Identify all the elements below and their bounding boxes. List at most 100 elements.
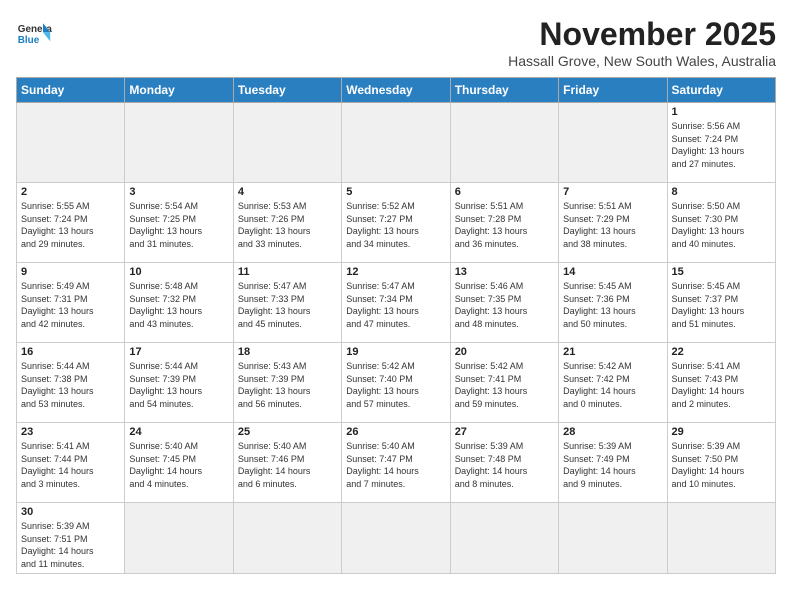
calendar-cell: 8 Sunrise: 5:50 AMSunset: 7:30 PMDaylight… <box>667 183 775 263</box>
calendar-week-row: 9 Sunrise: 5:49 AMSunset: 7:31 PMDaylight… <box>17 263 776 343</box>
day-info: Sunrise: 5:44 AMSunset: 7:38 PMDaylight:… <box>21 360 120 410</box>
calendar-cell: 21 Sunrise: 5:42 AMSunset: 7:42 PMDayligh… <box>559 343 667 423</box>
day-number: 16 <box>21 346 120 358</box>
calendar-cell: 24 Sunrise: 5:40 AMSunset: 7:45 PMDayligh… <box>125 423 233 503</box>
day-info: Sunrise: 5:40 AMSunset: 7:47 PMDaylight:… <box>346 440 445 490</box>
day-number: 20 <box>455 346 554 358</box>
calendar-week-row: 2 Sunrise: 5:55 AMSunset: 7:24 PMDaylight… <box>17 183 776 263</box>
column-header-tuesday: Tuesday <box>233 78 341 103</box>
day-info: Sunrise: 5:42 AMSunset: 7:42 PMDaylight:… <box>563 360 662 410</box>
page-header: General Blue November 2025 Hassall Grove… <box>16 16 776 69</box>
day-info: Sunrise: 5:49 AMSunset: 7:31 PMDaylight:… <box>21 280 120 330</box>
calendar-week-row: 16 Sunrise: 5:44 AMSunset: 7:38 PMDayligh… <box>17 343 776 423</box>
day-info: Sunrise: 5:44 AMSunset: 7:39 PMDaylight:… <box>129 360 228 410</box>
calendar-cell <box>559 503 667 574</box>
calendar-cell: 25Sunrise: 5:40 AMSunset: 7:46 PMDayligh… <box>233 423 341 503</box>
calendar-cell: 28 Sunrise: 5:39 AMSunset: 7:49 PMDayligh… <box>559 423 667 503</box>
day-info: Sunrise: 5:45 AMSunset: 7:36 PMDaylight:… <box>563 280 662 330</box>
day-number: 11 <box>238 266 337 278</box>
calendar-cell: 18 Sunrise: 5:43 AMSunset: 7:39 PMDayligh… <box>233 343 341 423</box>
calendar-cell <box>450 503 558 574</box>
calendar-cell: 5Sunrise: 5:52 AMSunset: 7:27 PMDaylight… <box>342 183 450 263</box>
day-number: 1 <box>672 106 771 118</box>
day-number: 27 <box>455 426 554 438</box>
day-info: Sunrise: 5:39 AMSunset: 7:48 PMDaylight:… <box>455 440 554 490</box>
day-number: 8 <box>672 186 771 198</box>
calendar-cell <box>17 103 125 183</box>
calendar-cell <box>233 103 341 183</box>
day-number: 9 <box>21 266 120 278</box>
day-info: Sunrise: 5:50 AMSunset: 7:30 PMDaylight:… <box>672 200 771 250</box>
day-info: Sunrise: 5:51 AMSunset: 7:28 PMDaylight:… <box>455 200 554 250</box>
day-info: Sunrise: 5:54 AMSunset: 7:25 PMDaylight:… <box>129 200 228 250</box>
location-title: Hassall Grove, New South Wales, Australi… <box>508 53 776 69</box>
calendar-cell <box>667 503 775 574</box>
day-info: Sunrise: 5:48 AMSunset: 7:32 PMDaylight:… <box>129 280 228 330</box>
calendar-week-row: 1 Sunrise: 5:56 AMSunset: 7:24 PMDaylight… <box>17 103 776 183</box>
calendar-cell: 14 Sunrise: 5:45 AMSunset: 7:36 PMDayligh… <box>559 263 667 343</box>
day-number: 19 <box>346 346 445 358</box>
calendar-cell: 26 Sunrise: 5:40 AMSunset: 7:47 PMDayligh… <box>342 423 450 503</box>
calendar-cell: 3 Sunrise: 5:54 AMSunset: 7:25 PMDaylight… <box>125 183 233 263</box>
calendar-cell: 4Sunrise: 5:53 AMSunset: 7:26 PMDaylight… <box>233 183 341 263</box>
calendar-cell: 9 Sunrise: 5:49 AMSunset: 7:31 PMDaylight… <box>17 263 125 343</box>
calendar-cell <box>342 503 450 574</box>
day-info: Sunrise: 5:56 AMSunset: 7:24 PMDaylight:… <box>672 120 771 170</box>
day-info: Sunrise: 5:55 AMSunset: 7:24 PMDaylight:… <box>21 200 120 250</box>
calendar-cell: 6Sunrise: 5:51 AMSunset: 7:28 PMDaylight… <box>450 183 558 263</box>
day-number: 5 <box>346 186 445 198</box>
day-number: 18 <box>238 346 337 358</box>
day-number: 30 <box>21 506 120 518</box>
day-info: Sunrise: 5:39 AMSunset: 7:51 PMDaylight:… <box>21 520 120 570</box>
calendar-table: SundayMondayTuesdayWednesdayThursdayFrid… <box>16 77 776 574</box>
day-info: Sunrise: 5:42 AMSunset: 7:41 PMDaylight:… <box>455 360 554 410</box>
day-info: Sunrise: 5:40 AMSunset: 7:45 PMDaylight:… <box>129 440 228 490</box>
day-number: 29 <box>672 426 771 438</box>
logo: General Blue <box>16 16 52 52</box>
day-info: Sunrise: 5:41 AMSunset: 7:44 PMDaylight:… <box>21 440 120 490</box>
day-number: 25 <box>238 426 337 438</box>
day-number: 10 <box>129 266 228 278</box>
title-area: November 2025 Hassall Grove, New South W… <box>508 16 776 69</box>
calendar-cell: 7Sunrise: 5:51 AMSunset: 7:29 PMDaylight… <box>559 183 667 263</box>
calendar-week-row: 23Sunrise: 5:41 AMSunset: 7:44 PMDayligh… <box>17 423 776 503</box>
day-info: Sunrise: 5:39 AMSunset: 7:50 PMDaylight:… <box>672 440 771 490</box>
day-number: 26 <box>346 426 445 438</box>
day-info: Sunrise: 5:51 AMSunset: 7:29 PMDaylight:… <box>563 200 662 250</box>
day-number: 2 <box>21 186 120 198</box>
day-number: 28 <box>563 426 662 438</box>
column-header-saturday: Saturday <box>667 78 775 103</box>
column-header-friday: Friday <box>559 78 667 103</box>
calendar-cell: 1 Sunrise: 5:56 AMSunset: 7:24 PMDaylight… <box>667 103 775 183</box>
day-info: Sunrise: 5:42 AMSunset: 7:40 PMDaylight:… <box>346 360 445 410</box>
calendar-header-row: SundayMondayTuesdayWednesdayThursdayFrid… <box>17 78 776 103</box>
column-header-monday: Monday <box>125 78 233 103</box>
calendar-cell <box>450 103 558 183</box>
day-info: Sunrise: 5:47 AMSunset: 7:34 PMDaylight:… <box>346 280 445 330</box>
column-header-thursday: Thursday <box>450 78 558 103</box>
calendar-cell: 12Sunrise: 5:47 AMSunset: 7:34 PMDayligh… <box>342 263 450 343</box>
day-number: 21 <box>563 346 662 358</box>
day-number: 13 <box>455 266 554 278</box>
calendar-cell: 16 Sunrise: 5:44 AMSunset: 7:38 PMDayligh… <box>17 343 125 423</box>
calendar-cell: 20 Sunrise: 5:42 AMSunset: 7:41 PMDayligh… <box>450 343 558 423</box>
calendar-cell: 10 Sunrise: 5:48 AMSunset: 7:32 PMDayligh… <box>125 263 233 343</box>
day-info: Sunrise: 5:43 AMSunset: 7:39 PMDaylight:… <box>238 360 337 410</box>
day-number: 4 <box>238 186 337 198</box>
day-number: 24 <box>129 426 228 438</box>
day-info: Sunrise: 5:39 AMSunset: 7:49 PMDaylight:… <box>563 440 662 490</box>
svg-text:Blue: Blue <box>18 35 40 46</box>
calendar-cell: 22Sunrise: 5:41 AMSunset: 7:43 PMDayligh… <box>667 343 775 423</box>
column-header-sunday: Sunday <box>17 78 125 103</box>
calendar-cell: 30 Sunrise: 5:39 AMSunset: 7:51 PMDayligh… <box>17 503 125 574</box>
day-number: 14 <box>563 266 662 278</box>
day-number: 3 <box>129 186 228 198</box>
calendar-cell: 2 Sunrise: 5:55 AMSunset: 7:24 PMDaylight… <box>17 183 125 263</box>
calendar-cell <box>125 103 233 183</box>
calendar-cell <box>233 503 341 574</box>
day-info: Sunrise: 5:41 AMSunset: 7:43 PMDaylight:… <box>672 360 771 410</box>
calendar-cell: 17 Sunrise: 5:44 AMSunset: 7:39 PMDayligh… <box>125 343 233 423</box>
calendar-cell: 27 Sunrise: 5:39 AMSunset: 7:48 PMDayligh… <box>450 423 558 503</box>
day-number: 17 <box>129 346 228 358</box>
calendar-cell: 15Sunrise: 5:45 AMSunset: 7:37 PMDayligh… <box>667 263 775 343</box>
